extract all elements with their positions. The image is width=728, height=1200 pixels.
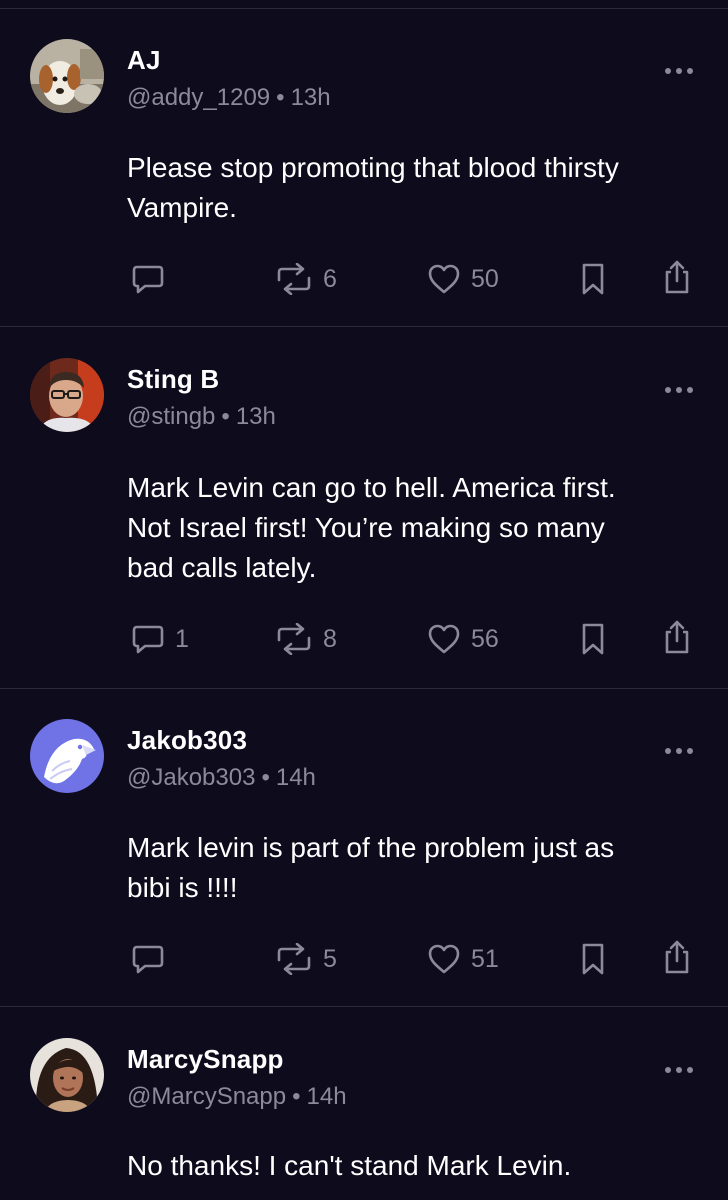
share-button[interactable] bbox=[662, 619, 692, 655]
bookmark-button[interactable] bbox=[580, 261, 606, 297]
reply-icon bbox=[132, 625, 164, 654]
heart-icon bbox=[428, 944, 460, 974]
share-icon bbox=[665, 940, 689, 974]
user-name[interactable]: AJ bbox=[127, 45, 161, 76]
like-count: 56 bbox=[471, 624, 499, 653]
more-options-icon[interactable] bbox=[664, 65, 694, 77]
bookmark-button[interactable] bbox=[580, 621, 606, 657]
post-body-line: bad calls lately. bbox=[127, 552, 317, 583]
post-body: Mark levin is part of the problem just a… bbox=[127, 828, 707, 908]
share-icon bbox=[665, 620, 689, 654]
more-options-icon[interactable] bbox=[664, 1064, 694, 1076]
post-body: No thanks! I can't stand Mark Levin. bbox=[127, 1146, 707, 1186]
divider bbox=[0, 1006, 728, 1007]
separator: • bbox=[261, 764, 270, 791]
separator: • bbox=[221, 403, 230, 430]
post-time: 13h bbox=[235, 403, 276, 430]
divider bbox=[0, 8, 728, 9]
post-body-line: Not Israel first! You’re making so many bbox=[127, 512, 605, 543]
share-icon bbox=[665, 260, 689, 294]
repost-count: 6 bbox=[323, 264, 337, 293]
user-handle[interactable]: @addy_1209 bbox=[127, 84, 270, 111]
post-meta: @MarcySnapp • 14h bbox=[127, 1083, 347, 1111]
bookmark-icon bbox=[582, 263, 604, 295]
post-body-line: Mark levin is part of the problem just a… bbox=[127, 832, 615, 863]
heart-icon bbox=[428, 624, 460, 654]
share-button[interactable] bbox=[662, 259, 692, 295]
user-handle[interactable]: @stingb bbox=[127, 403, 215, 430]
repost-button[interactable]: 6 bbox=[275, 261, 337, 297]
post-meta: @addy_1209 • 13h bbox=[127, 84, 331, 112]
post-body: Mark Levin can go to hell. America first… bbox=[127, 468, 707, 588]
like-count: 51 bbox=[471, 944, 499, 973]
post-body: Please stop promoting that blood thirsty… bbox=[127, 148, 707, 228]
reply-button[interactable] bbox=[131, 261, 175, 297]
bookmark-button[interactable] bbox=[580, 941, 606, 977]
more-options-icon[interactable] bbox=[664, 745, 694, 757]
bookmark-icon bbox=[582, 943, 604, 975]
repost-icon bbox=[277, 943, 311, 975]
avatar[interactable] bbox=[30, 719, 104, 793]
separator: • bbox=[292, 1083, 301, 1110]
post-time: 14h bbox=[306, 1083, 347, 1110]
bookmark-icon bbox=[582, 623, 604, 655]
heart-icon bbox=[428, 264, 460, 294]
divider bbox=[0, 688, 728, 689]
post-meta: @Jakob303 • 14h bbox=[127, 764, 316, 792]
feed: AJ @addy_1209 • 13h Please stop promoting … bbox=[0, 0, 728, 1200]
post-body-line: No thanks! I can't stand Mark Levin. bbox=[127, 1150, 572, 1181]
repost-count: 8 bbox=[323, 624, 337, 653]
repost-button[interactable]: 5 bbox=[275, 941, 337, 977]
post-body-line: Please stop promoting that blood thirsty bbox=[127, 152, 619, 183]
reply-button[interactable]: 1 bbox=[131, 621, 189, 657]
user-handle[interactable]: @Jakob303 bbox=[127, 764, 255, 791]
post-time: 14h bbox=[275, 764, 316, 791]
post-time: 13h bbox=[290, 84, 331, 111]
user-name[interactable]: MarcySnapp bbox=[127, 1044, 284, 1075]
avatar[interactable] bbox=[30, 358, 104, 432]
like-button[interactable]: 50 bbox=[427, 261, 499, 297]
separator: • bbox=[276, 84, 285, 111]
repost-button[interactable]: 8 bbox=[275, 621, 337, 657]
repost-icon bbox=[277, 623, 311, 655]
reply-icon bbox=[132, 265, 164, 294]
post-body-line: Mark Levin can go to hell. America first… bbox=[127, 472, 616, 503]
like-button[interactable]: 56 bbox=[427, 621, 499, 657]
reply-count: 1 bbox=[175, 624, 189, 653]
user-handle[interactable]: @MarcySnapp bbox=[127, 1083, 286, 1110]
reply-icon bbox=[132, 945, 164, 974]
user-name[interactable]: Sting B bbox=[127, 364, 219, 395]
more-options-icon[interactable] bbox=[664, 384, 694, 396]
share-button[interactable] bbox=[662, 939, 692, 975]
repost-count: 5 bbox=[323, 944, 337, 973]
repost-icon bbox=[277, 263, 311, 295]
like-count: 50 bbox=[471, 264, 499, 293]
avatar[interactable] bbox=[30, 1038, 104, 1112]
avatar[interactable] bbox=[30, 39, 104, 113]
post-body-line: Vampire. bbox=[127, 192, 237, 223]
reply-button[interactable] bbox=[131, 941, 175, 977]
like-button[interactable]: 51 bbox=[427, 941, 499, 977]
divider bbox=[0, 326, 728, 327]
post-body-line: bibi is !!!! bbox=[127, 872, 238, 903]
user-name[interactable]: Jakob303 bbox=[127, 725, 247, 756]
post-meta: @stingb • 13h bbox=[127, 403, 276, 431]
